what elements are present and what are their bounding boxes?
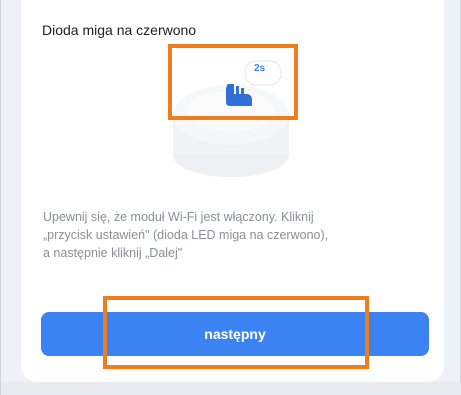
instruction-line: „przycisk ustawień" (dioda LED miga na c… [43, 228, 329, 242]
instruction-line: Upewnij się, że moduł Wi-Fi jest włączon… [43, 210, 314, 224]
device-illustration: 2s [21, 0, 444, 210]
screen-frame: Dioda miga na czerwono 2s Upewnij się, ż… [0, 0, 461, 395]
setup-card: Dioda miga na czerwono 2s Upewnij się, ż… [21, 0, 444, 382]
instruction-line: a następnie kliknij „Dalej" [43, 246, 183, 260]
highlight-box-device [168, 44, 298, 120]
instruction-text: Upewnij się, że moduł Wi-Fi jest włączon… [43, 208, 433, 262]
highlight-box-button [103, 296, 369, 369]
bottom-edge [1, 382, 461, 395]
